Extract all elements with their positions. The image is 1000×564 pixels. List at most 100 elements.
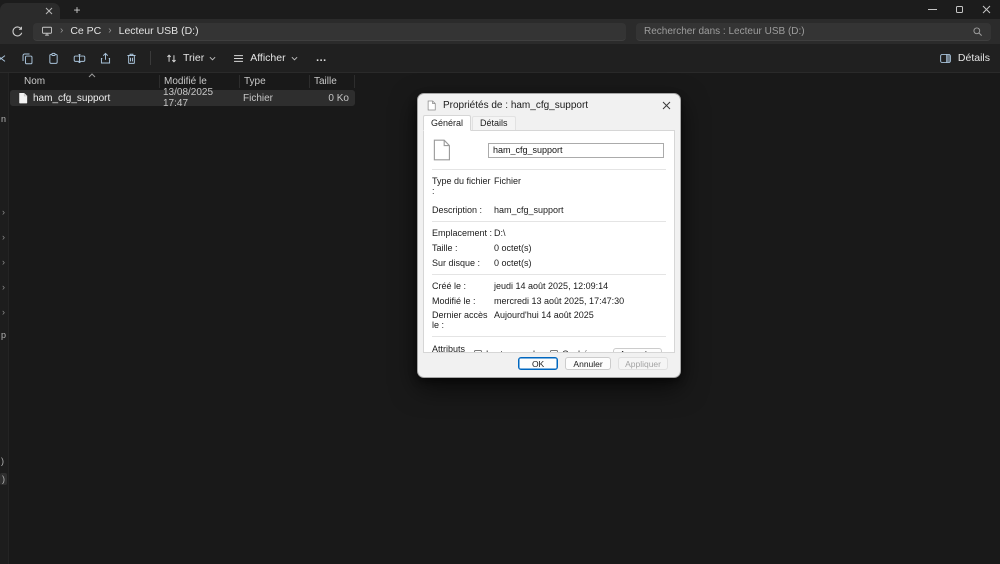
refresh-button[interactable] xyxy=(8,25,26,38)
ok-button[interactable]: OK xyxy=(518,357,559,370)
column-label: Nom xyxy=(24,76,46,87)
breadcrumb-chevron-icon: › xyxy=(60,25,64,36)
file-type-cell: Fichier xyxy=(243,92,274,104)
column-header-taille[interactable]: Taille xyxy=(309,75,355,88)
file-icon xyxy=(19,93,28,104)
field-value: 0 octet(s) xyxy=(494,243,532,253)
dialog-tabs: Général Détails xyxy=(423,115,675,131)
column-label: Modifié le xyxy=(164,76,207,87)
chevron-down-icon xyxy=(291,56,298,60)
column-label: Type xyxy=(244,76,266,87)
close-button[interactable] xyxy=(973,0,1000,19)
breadcrumb-chevron-icon: › xyxy=(108,25,112,36)
file-modified-cell: 13/08/2025 17:47 xyxy=(163,87,214,109)
address-row: › Ce PC › Lecteur USB (D:) xyxy=(0,19,1000,44)
field-label: Emplacement : xyxy=(432,228,493,238)
cancel-button[interactable]: Annuler xyxy=(565,357,612,370)
sort-ascending-icon xyxy=(88,73,96,78)
nav-pane-fragment: p xyxy=(1,330,7,340)
advanced-button[interactable]: Avancé... xyxy=(612,348,662,352)
field-value: mercredi 13 août 2025, 17:47:30 xyxy=(494,295,625,306)
command-bar: Trier Afficher … Détails xyxy=(0,44,1000,73)
tab-close-icon[interactable] xyxy=(45,7,53,15)
more-options-button[interactable]: … xyxy=(306,47,338,69)
details-pane-icon xyxy=(940,53,951,63)
close-icon xyxy=(982,5,991,14)
nav-pane-fragment: ) xyxy=(1,456,4,466)
breadcrumb-ce-pc[interactable]: Ce PC xyxy=(70,25,101,37)
dialog-footer: OK Annuler Appliquer xyxy=(418,350,680,377)
tab-details[interactable]: Détails xyxy=(472,116,516,130)
apply-button[interactable]: Appliquer xyxy=(618,357,668,370)
tree-expand-icon[interactable]: › xyxy=(2,308,5,317)
column-label: Taille xyxy=(314,76,337,87)
rename-button[interactable] xyxy=(66,47,92,69)
column-header-modifie-le[interactable]: Modifié le xyxy=(159,75,239,88)
search-box[interactable] xyxy=(636,22,991,41)
sort-button[interactable]: Trier xyxy=(157,47,224,69)
field-value: jeudi 14 août 2025, 12:09:14 xyxy=(494,281,609,291)
tree-expand-icon[interactable]: › xyxy=(2,283,5,292)
view-icon xyxy=(234,54,244,62)
tree-expand-icon[interactable]: › xyxy=(2,208,5,217)
divider xyxy=(432,336,666,337)
caption-buttons xyxy=(919,0,1000,19)
paste-button[interactable] xyxy=(40,47,66,69)
field-label: Dernier accès le : xyxy=(432,310,488,330)
field-group-dates: Créé le : jeudi 14 août 2025, 12:09:14 Mo… xyxy=(432,281,666,330)
field-value: 0 octet(s) xyxy=(494,258,532,268)
dialog-titlebar: Propriétés de : ham_cfg_support xyxy=(418,94,680,116)
search-input[interactable] xyxy=(644,25,972,37)
column-headers: Nom Modifié le Type Taille xyxy=(10,73,355,89)
field-label: Modifié le : xyxy=(432,295,476,306)
filename-input[interactable] xyxy=(488,142,664,158)
details-label: Détails xyxy=(957,52,990,64)
breadcrumb-usb-drive[interactable]: Lecteur USB (D:) xyxy=(119,25,199,37)
tab-general[interactable]: Général xyxy=(423,115,472,131)
field-label: Sur disque : xyxy=(432,258,481,268)
dialog-title: Propriétés de : ham_cfg_support xyxy=(443,99,589,111)
column-header-type[interactable]: Type xyxy=(239,75,309,88)
field-value: ham_cfg_support xyxy=(494,205,564,215)
field-label: Type du fichier : xyxy=(432,176,491,196)
nav-pane-fragment-selected[interactable]: ) xyxy=(0,473,7,485)
share-button[interactable] xyxy=(92,47,118,69)
file-name-cell: ham_cfg_support xyxy=(10,92,159,104)
field-value: Aujourd'hui 14 août 2025 xyxy=(494,310,594,320)
field-label: Taille : xyxy=(432,243,458,253)
this-pc-icon xyxy=(42,26,52,36)
field-label: Créé le : xyxy=(432,281,467,291)
trash-icon xyxy=(126,53,136,64)
attributes-row: Attributs : Lecture seule Caché Avancé..… xyxy=(432,344,666,352)
hidden-checkbox[interactable] xyxy=(550,350,559,352)
cut-button[interactable] xyxy=(0,47,14,69)
explorer-tab[interactable] xyxy=(0,3,60,19)
nav-pane-fragment: n xyxy=(1,114,7,124)
field-value: Fichier xyxy=(494,176,522,186)
dialog-close-button[interactable] xyxy=(662,101,671,110)
file-row[interactable]: ham_cfg_support 13/08/2025 17:47 Fichier… xyxy=(10,87,355,109)
address-bar[interactable]: › Ce PC › Lecteur USB (D:) xyxy=(33,22,626,41)
new-tab-button[interactable]: + xyxy=(66,3,88,19)
paste-icon xyxy=(48,52,58,64)
chevron-down-icon xyxy=(209,56,216,60)
maximize-icon xyxy=(956,6,963,13)
readonly-checkbox[interactable] xyxy=(474,350,482,352)
sort-icon xyxy=(167,54,176,62)
divider xyxy=(432,221,666,222)
copy-button[interactable] xyxy=(14,47,40,69)
view-button[interactable]: Afficher xyxy=(224,47,305,69)
delete-button[interactable] xyxy=(118,47,144,69)
readonly-label: Lecture seule xyxy=(486,349,540,352)
document-icon xyxy=(427,100,436,110)
column-header-nom[interactable]: Nom xyxy=(10,75,159,88)
minimize-button[interactable] xyxy=(919,0,946,19)
file-type-icon xyxy=(433,139,450,161)
details-pane-button[interactable]: Détails xyxy=(939,47,990,69)
properties-dialog: Propriétés de : ham_cfg_support Général … xyxy=(417,93,681,378)
maximize-button[interactable] xyxy=(946,0,973,19)
refresh-icon xyxy=(11,26,22,37)
field-value: D:\ xyxy=(494,228,506,238)
tree-expand-icon[interactable]: › xyxy=(2,233,5,242)
tree-expand-icon[interactable]: › xyxy=(2,258,5,267)
